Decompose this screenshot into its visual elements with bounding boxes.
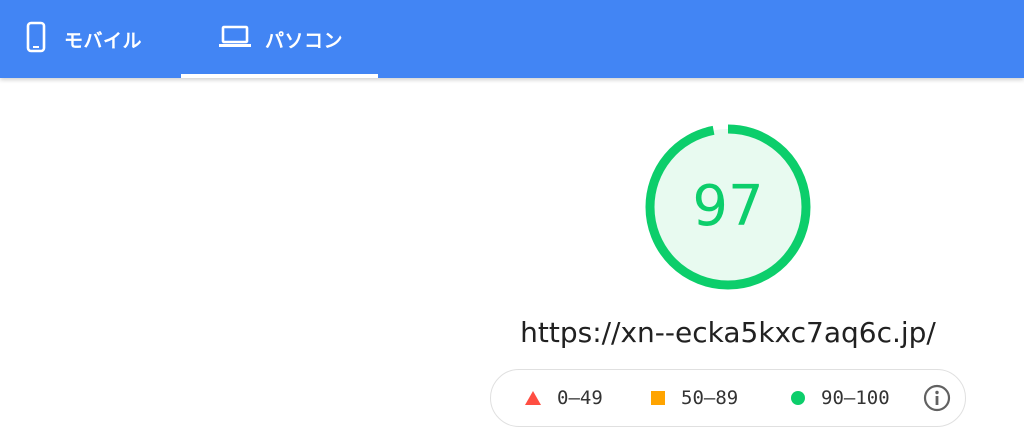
legend-item-pass: 90–100: [791, 370, 890, 426]
legend-label-fail: 0–49: [557, 387, 603, 409]
tab-mobile[interactable]: モバイル: [0, 0, 181, 78]
performance-score: 97: [692, 174, 764, 239]
report-tab-bar: モバイル パソコン: [0, 0, 1024, 78]
score-legend: 0–49 50–89 90–100: [490, 369, 966, 427]
selected-tab-indicator: [181, 74, 378, 78]
tab-mobile-label: モバイル: [64, 29, 143, 52]
legend-item-average: 50–89: [651, 370, 738, 426]
smartphone-icon: [26, 21, 46, 58]
legend-label-pass: 90–100: [821, 387, 890, 409]
orange-square-icon: [651, 391, 665, 405]
red-triangle-icon: [525, 391, 541, 405]
tested-url: https://xn--ecka5kxc7aq6c.jp/: [520, 316, 936, 349]
legend-label-average: 50–89: [681, 387, 739, 409]
tab-desktop[interactable]: パソコン: [181, 0, 378, 78]
laptop-icon: [219, 25, 251, 54]
tab-desktop-label: パソコン: [265, 29, 344, 52]
green-circle-icon: [791, 391, 805, 405]
legend-item-fail: 0–49: [525, 370, 603, 426]
info-icon[interactable]: [923, 384, 951, 412]
